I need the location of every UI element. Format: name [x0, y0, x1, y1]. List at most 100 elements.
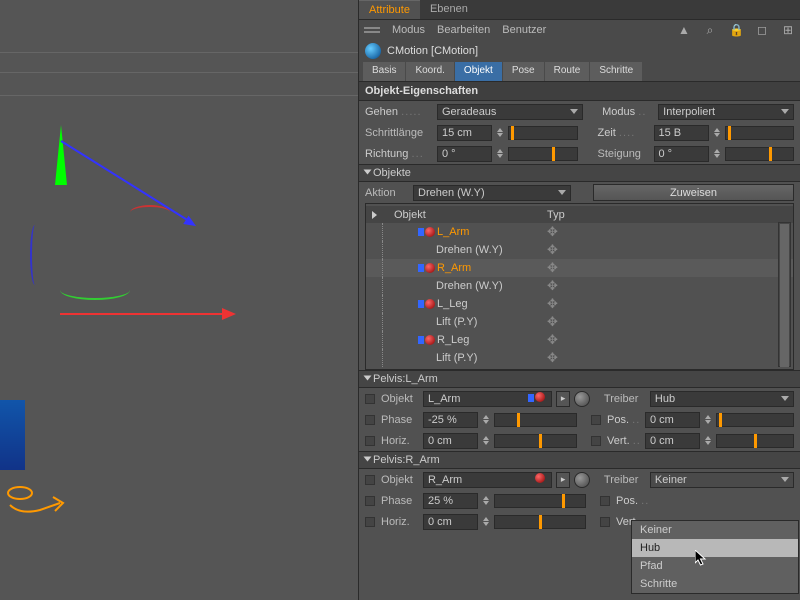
spinner-vert-larm[interactable]	[704, 434, 712, 448]
tree-row[interactable]: R_Leg✥	[366, 331, 793, 349]
section-objekt-eigenschaften[interactable]: Objekt-Eigenschaften	[359, 81, 800, 101]
input-pos-larm[interactable]: 0 cm	[645, 412, 700, 428]
input-steigung[interactable]: 0 °	[654, 146, 709, 162]
menu-icon[interactable]	[364, 27, 380, 33]
link-objekt-rarm[interactable]: R_Arm	[423, 472, 552, 488]
menu-bearbeiten[interactable]: Bearbeiten	[437, 24, 490, 36]
section-objekte[interactable]: Objekte	[359, 164, 800, 182]
checkbox-horiz-rarm[interactable]	[365, 517, 375, 527]
tree-row[interactable]: Drehen (W.Y)✥	[366, 241, 793, 259]
drag-handle-icon[interactable]: ✥	[547, 224, 787, 240]
spinner-phase-rarm[interactable]	[482, 494, 490, 508]
link-objekt-larm[interactable]: L_Arm	[423, 391, 552, 407]
dropdown-aktion[interactable]: Drehen (W.Y)	[413, 185, 571, 201]
input-horiz-rarm[interactable]: 0 cm	[423, 514, 478, 530]
dropdown-gehen[interactable]: Geradeaus	[437, 104, 583, 120]
checkbox-objekt-rarm[interactable]	[365, 475, 375, 485]
input-phase-rarm[interactable]: 25 %	[423, 493, 478, 509]
dropdown-option-hub[interactable]: Hub	[632, 539, 798, 557]
slider-phase-larm[interactable]	[494, 413, 577, 427]
spinner-steigung[interactable]	[713, 147, 721, 161]
checkbox-vert-rarm[interactable]	[600, 517, 610, 527]
tab-objekt[interactable]: Objekt	[455, 62, 502, 81]
viewport-orange-arrow[interactable]	[5, 475, 75, 525]
axis-z-arrow[interactable]	[183, 216, 198, 231]
tree-expand-icon[interactable]	[372, 211, 377, 219]
slider-horiz-rarm[interactable]	[494, 515, 586, 529]
tab-pose[interactable]: Pose	[503, 62, 544, 81]
dropdown-option-pfad[interactable]: Pfad	[632, 557, 798, 575]
tab-koord[interactable]: Koord.	[406, 62, 453, 81]
spinner-richtung[interactable]	[496, 147, 504, 161]
pick-btn-larm[interactable]	[574, 391, 590, 407]
slider-phase-rarm[interactable]	[494, 494, 586, 508]
drag-handle-icon[interactable]: ✥	[547, 332, 787, 348]
tree-row[interactable]: R_Arm✥	[366, 259, 793, 277]
lock-icon[interactable]: 🔒	[729, 23, 743, 37]
dropdown-treiber-rarm[interactable]: Keiner	[650, 472, 794, 488]
drag-handle-icon[interactable]: ✥	[547, 278, 787, 294]
tab-schritte[interactable]: Schritte	[590, 62, 642, 81]
viewport-3d[interactable]	[0, 0, 358, 600]
tree-row[interactable]: Lift (P.Y)✥	[366, 349, 793, 367]
tree-row[interactable]: L_Arm✥	[366, 223, 793, 241]
slider-richtung[interactable]	[508, 147, 578, 161]
slider-horiz-larm[interactable]	[494, 434, 577, 448]
input-phase-larm[interactable]: -25 %	[423, 412, 478, 428]
drag-handle-icon[interactable]: ✥	[547, 350, 787, 366]
object-tree[interactable]: Objekt Typ L_Arm✥Drehen (W.Y)✥R_Arm✥Dreh…	[365, 203, 794, 370]
slider-steigung[interactable]	[725, 147, 795, 161]
input-zeit[interactable]: 15 B	[654, 125, 709, 141]
slider-vert-larm[interactable]	[716, 434, 794, 448]
drag-handle-icon[interactable]: ✥	[547, 296, 787, 312]
dropdown-treiber-larm[interactable]: Hub	[650, 391, 794, 407]
spinner-schrittlaenge[interactable]	[496, 126, 504, 140]
tree-scrollbar[interactable]	[778, 222, 791, 367]
input-horiz-larm[interactable]: 0 cm	[423, 433, 478, 449]
axis-x-arrow[interactable]	[222, 308, 236, 320]
input-schrittlaenge[interactable]: 15 cm	[437, 125, 492, 141]
checkbox-pos-rarm[interactable]	[600, 496, 610, 506]
rotation-arc-x[interactable]	[130, 205, 170, 220]
input-richtung[interactable]: 0 °	[437, 146, 492, 162]
dropdown-option-schritte[interactable]: Schritte	[632, 575, 798, 593]
menu-benutzer[interactable]: Benutzer	[502, 24, 546, 36]
spinner-horiz-larm[interactable]	[482, 434, 490, 448]
spinner-phase-larm[interactable]	[482, 413, 490, 427]
rotation-arc-y[interactable]	[60, 280, 130, 300]
pick-btn-rarm[interactable]	[574, 472, 590, 488]
tree-header-typ[interactable]: Typ	[547, 209, 787, 221]
axis-x-line[interactable]	[60, 313, 225, 315]
tree-row[interactable]: L_Leg✥	[366, 295, 793, 313]
dropdown-modus[interactable]: Interpoliert	[658, 104, 794, 120]
spinner-horiz-rarm[interactable]	[482, 515, 490, 529]
checkbox-pos-larm[interactable]	[591, 415, 601, 425]
tree-header-objekt[interactable]: Objekt	[394, 209, 547, 221]
search-icon[interactable]: ⌕	[703, 23, 717, 37]
nav-btn-rarm[interactable]: ▸	[556, 472, 570, 488]
tab-route[interactable]: Route	[545, 62, 590, 81]
dropdown-option-keiner[interactable]: Keiner	[632, 521, 798, 539]
rotation-arc-z[interactable]	[30, 225, 40, 285]
slider-pos-larm[interactable]	[716, 413, 794, 427]
slider-zeit[interactable]	[725, 126, 795, 140]
drag-handle-icon[interactable]: ✥	[547, 314, 787, 330]
axis-z-line[interactable]	[60, 140, 188, 221]
grid-icon[interactable]: ⊞	[781, 23, 795, 37]
spinner-zeit[interactable]	[713, 126, 721, 140]
viewport-object[interactable]	[0, 400, 25, 470]
section-pelvis-larm[interactable]: Pelvis:L_Arm	[359, 370, 800, 388]
tree-row[interactable]: Lift (P.Y)✥	[366, 313, 793, 331]
drag-handle-icon[interactable]: ✥	[547, 260, 787, 276]
nav-up-icon[interactable]: ▲	[677, 23, 691, 37]
input-vert-larm[interactable]: 0 cm	[645, 433, 700, 449]
checkbox-horiz-larm[interactable]	[365, 436, 375, 446]
checkbox-objekt-larm[interactable]	[365, 394, 375, 404]
tab-attribute[interactable]: Attribute	[359, 0, 420, 19]
drag-handle-icon[interactable]: ✥	[547, 242, 787, 258]
section-pelvis-rarm[interactable]: Pelvis:R_Arm	[359, 451, 800, 469]
button-zuweisen[interactable]: Zuweisen	[593, 184, 794, 201]
slider-schrittlaenge[interactable]	[508, 126, 578, 140]
tab-basis[interactable]: Basis	[363, 62, 405, 81]
tree-row[interactable]: Drehen (W.Y)✥	[366, 277, 793, 295]
